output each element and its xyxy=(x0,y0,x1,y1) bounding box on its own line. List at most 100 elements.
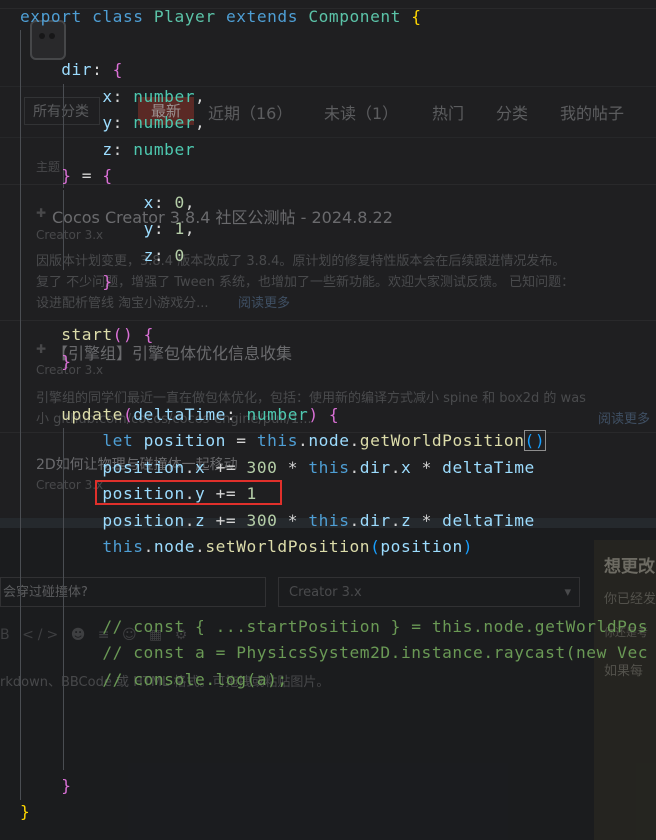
code-token: Component xyxy=(308,7,401,26)
code-token: class xyxy=(92,7,144,26)
code-token: let xyxy=(102,431,134,450)
code-token: : xyxy=(112,113,134,132)
code-token: number xyxy=(133,86,196,106)
code-line[interactable]: z: number xyxy=(20,138,195,162)
code-token: 1 xyxy=(174,219,185,238)
code-token: () xyxy=(112,325,134,344)
code-line[interactable]: } xyxy=(20,270,113,294)
code-token: , xyxy=(184,219,196,238)
code-token: export xyxy=(20,7,82,26)
code-token: = xyxy=(225,431,257,450)
code-line[interactable]: position.z += 300 * this.dir.z * deltaTi… xyxy=(20,509,535,533)
code-token: { xyxy=(328,404,340,424)
code-line[interactable]: // console.log(a); xyxy=(20,668,288,692)
code-token: : xyxy=(92,60,113,79)
code-token: , xyxy=(184,192,196,212)
code-comment: // const a = PhysicsSystem2D.instance.ra… xyxy=(102,643,649,662)
code-token: : xyxy=(153,219,175,238)
code-line[interactable]: dir: { xyxy=(20,58,123,82)
code-line[interactable]: } xyxy=(20,774,71,798)
code-token: getWorldPosition xyxy=(359,431,525,450)
code-token: this xyxy=(308,457,350,477)
code-line[interactable]: this.node.setWorldPosition(position) xyxy=(20,535,473,559)
code-token: this xyxy=(308,510,350,530)
code-token: , xyxy=(195,86,206,106)
code-token: dir xyxy=(359,457,391,477)
code-line[interactable]: update(deltaTime: number) { xyxy=(20,403,339,427)
code-token: . xyxy=(184,457,196,477)
code-line[interactable]: start() { xyxy=(20,323,154,347)
code-line[interactable]: position.x += 300 * this.dir.x * deltaTi… xyxy=(20,456,535,480)
code-token: deltaTime xyxy=(442,457,535,477)
code-token: z xyxy=(143,245,154,265)
code-token: : xyxy=(153,192,175,212)
code-token: } xyxy=(102,272,113,291)
code-token: : xyxy=(225,404,247,424)
code-line[interactable]: z: 0 xyxy=(20,244,185,268)
code-token: ) xyxy=(308,404,319,424)
code-line[interactable]: x: number, xyxy=(20,85,205,109)
code-token: this xyxy=(102,537,144,556)
code-token: : xyxy=(112,139,134,159)
code-token: position xyxy=(143,431,226,450)
code-token: x xyxy=(143,192,154,212)
code-token: } xyxy=(61,351,72,371)
code-token: dir xyxy=(359,510,391,530)
code-token: . xyxy=(143,537,154,556)
code-token: z xyxy=(400,510,412,530)
code-token: position xyxy=(102,510,185,530)
code-token: ) xyxy=(462,537,474,556)
code-token: } xyxy=(61,166,72,185)
code-token: * xyxy=(411,510,443,530)
code-token: y xyxy=(102,113,113,132)
code-token: * xyxy=(277,510,309,530)
code-line[interactable]: y: 1, xyxy=(20,217,195,241)
code-token: . xyxy=(349,431,360,450)
code-token: number xyxy=(246,404,309,424)
code-token: start xyxy=(61,325,113,344)
code-line[interactable]: // const a = PhysicsSystem2D.instance.ra… xyxy=(20,641,648,665)
code-token: 0 xyxy=(174,192,185,212)
highlight-box xyxy=(95,480,282,505)
code-line[interactable]: export class Player extends Component { xyxy=(20,5,422,29)
code-token: += xyxy=(205,510,247,530)
code-line[interactable]: } = { xyxy=(20,164,113,188)
code-token: = xyxy=(71,166,103,185)
code-line[interactable]: } xyxy=(20,800,30,824)
code-token: this xyxy=(256,431,299,450)
code-line[interactable]: x: 0, xyxy=(20,191,195,215)
code-token: Player xyxy=(153,7,216,26)
code-token: deltaTime xyxy=(133,404,226,424)
code-line[interactable]: y: number, xyxy=(20,111,205,135)
code-line[interactable]: } xyxy=(20,350,71,374)
code-token: } xyxy=(20,802,31,821)
code-token: += xyxy=(205,457,247,477)
code-token: node xyxy=(153,537,196,556)
code-token: . xyxy=(195,537,206,556)
code-token: { xyxy=(112,60,123,79)
code-line[interactable]: let position = this.node.getWorldPositio… xyxy=(20,429,547,453)
code-line[interactable]: // const { ...startPosition } = this.nod… xyxy=(20,615,648,639)
code-token: update xyxy=(61,404,123,424)
code-token: { xyxy=(102,166,113,185)
code-token: . xyxy=(184,510,196,530)
code-token: ( xyxy=(370,537,381,556)
code-token: extends xyxy=(225,7,299,26)
